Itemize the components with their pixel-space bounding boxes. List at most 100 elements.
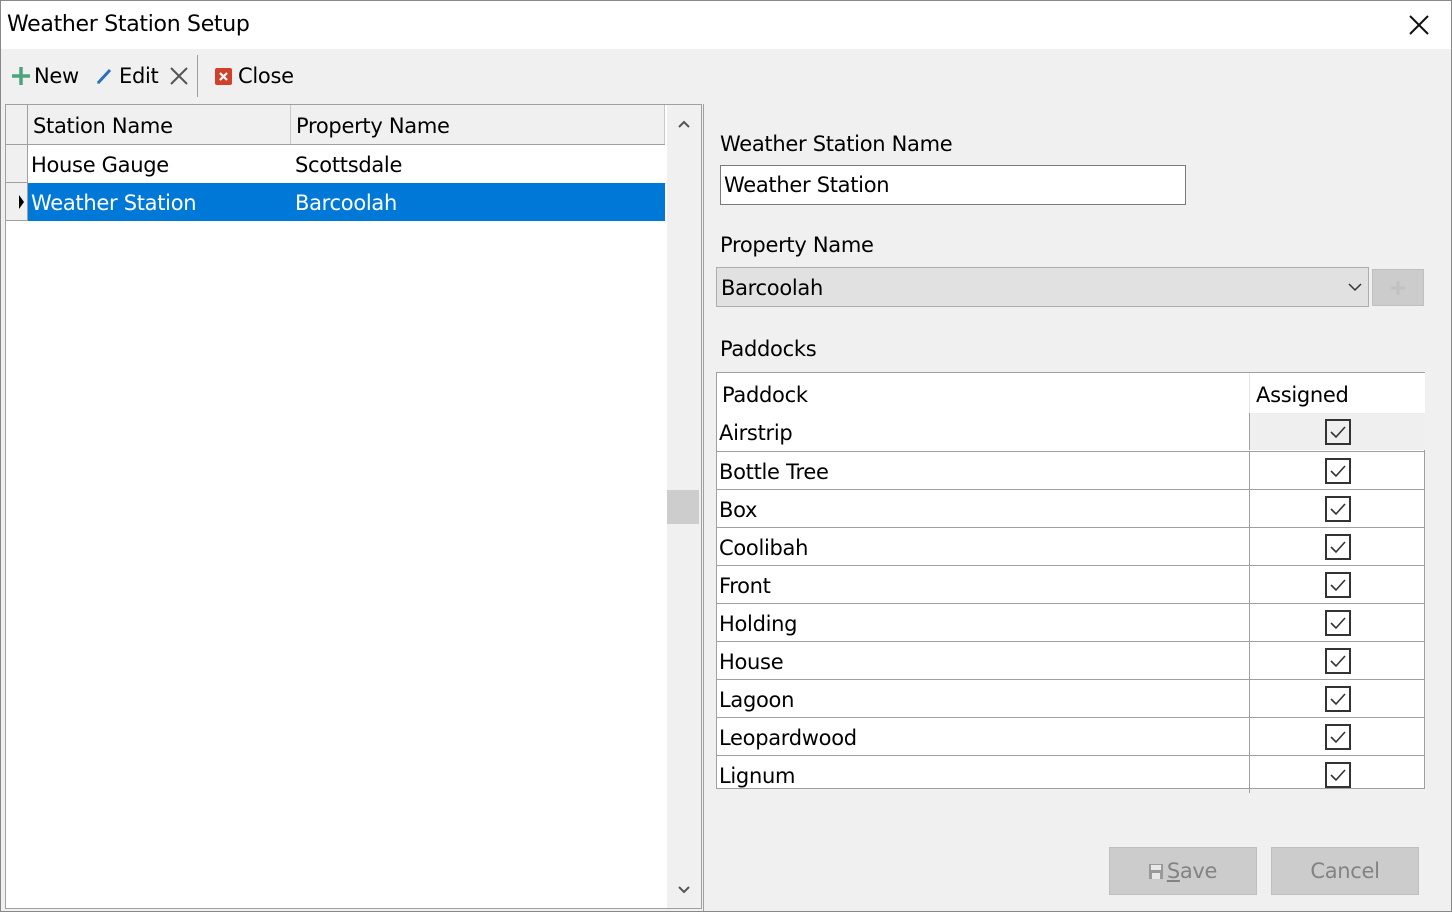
- assigned-checkbox[interactable]: [1324, 533, 1351, 560]
- close-x-icon: [1409, 15, 1429, 35]
- weather-station-setup-window: Weather Station Setup New Edit Close Sta…: [0, 0, 1452, 912]
- checkmark-icon: [1329, 540, 1346, 553]
- paddock-name-cell: Bottle Tree: [719, 460, 829, 484]
- assigned-cell[interactable]: [1249, 490, 1425, 527]
- paddock-row[interactable]: Holding: [717, 603, 1425, 641]
- paddock-name-cell: Coolibah: [719, 536, 809, 560]
- column-header-station-name[interactable]: Station Name: [28, 105, 291, 144]
- details-panel: Weather Station Name Weather Station Pro…: [703, 104, 1451, 911]
- chevron-down-icon: [1348, 283, 1362, 292]
- paddock-row[interactable]: Coolibah: [717, 527, 1425, 565]
- column-header-paddock[interactable]: Paddock: [722, 373, 1242, 413]
- assigned-checkbox[interactable]: [1324, 418, 1351, 445]
- stations-grid-header: Station Name Property Name: [6, 105, 665, 145]
- column-header-assigned[interactable]: Assigned: [1249, 373, 1425, 413]
- row-header-current[interactable]: [6, 183, 28, 221]
- chevron-down-icon: [678, 886, 690, 894]
- column-header-property-name[interactable]: Property Name: [291, 105, 665, 144]
- checkmark-icon: [1329, 425, 1346, 438]
- property-name-dropdown[interactable]: Barcoolah: [716, 267, 1369, 307]
- new-button[interactable]: New: [11, 59, 79, 93]
- paddock-row[interactable]: Leopardwood: [717, 717, 1425, 755]
- checkmark-icon: [1329, 768, 1346, 781]
- station-row[interactable]: House Gauge Scottsdale: [6, 145, 665, 183]
- assigned-checkbox[interactable]: [1324, 647, 1351, 674]
- toolbar-separator: [197, 55, 198, 97]
- property-name-value: Barcoolah: [721, 276, 824, 300]
- property-name-cell: Barcoolah: [291, 183, 665, 221]
- chevron-up-icon: [678, 120, 690, 128]
- save-label: Save: [1166, 859, 1218, 883]
- assigned-checkbox[interactable]: [1324, 495, 1351, 522]
- stations-grid-scrollbar[interactable]: [667, 105, 701, 908]
- assigned-cell[interactable]: [1249, 680, 1425, 717]
- assigned-cell[interactable]: [1249, 452, 1425, 489]
- property-name-cell: Scottsdale: [295, 153, 403, 177]
- close-label: Close: [238, 64, 294, 88]
- close-button[interactable]: Close: [215, 59, 294, 93]
- delete-button[interactable]: [169, 59, 189, 93]
- assigned-checkbox[interactable]: [1324, 609, 1351, 636]
- paddock-row[interactable]: House: [717, 641, 1425, 679]
- station-name-label: Weather Station Name: [720, 132, 953, 156]
- assigned-checkbox[interactable]: [1324, 761, 1351, 788]
- window-title: Weather Station Setup: [7, 12, 250, 37]
- checkmark-icon: [1329, 654, 1346, 667]
- assigned-checkbox[interactable]: [1324, 457, 1351, 484]
- assigned-cell[interactable]: [1249, 413, 1425, 450]
- paddocks-grid[interactable]: Paddock Assigned Airstrip Bottle Tree Box C…: [716, 372, 1425, 793]
- red-close-icon: [215, 67, 232, 85]
- assigned-cell[interactable]: [1249, 604, 1425, 641]
- paddock-row[interactable]: Lagoon: [717, 679, 1425, 717]
- toolbar: New Edit Close: [1, 49, 1451, 103]
- cancel-button[interactable]: Cancel: [1271, 847, 1419, 895]
- scroll-thumb[interactable]: [667, 490, 699, 524]
- pencil-icon: [96, 68, 112, 85]
- paddock-name-cell: House: [719, 650, 784, 674]
- assigned-checkbox[interactable]: [1324, 685, 1351, 712]
- paddock-row[interactable]: Box: [717, 489, 1425, 527]
- x-icon: [170, 67, 188, 85]
- paddock-row[interactable]: Lignum: [717, 755, 1425, 793]
- paddocks-label: Paddocks: [720, 337, 817, 361]
- assigned-cell[interactable]: [1249, 642, 1425, 679]
- row-header[interactable]: [6, 145, 28, 183]
- property-name-label: Property Name: [720, 233, 874, 257]
- station-row-selected[interactable]: Weather Station Barcoolah: [6, 183, 665, 221]
- window-close-button[interactable]: [1397, 5, 1441, 45]
- station-name-input[interactable]: Weather Station: [720, 165, 1186, 205]
- header-corner: [6, 105, 28, 144]
- assigned-cell[interactable]: [1249, 756, 1425, 793]
- assigned-cell[interactable]: [1249, 566, 1425, 603]
- paddock-row[interactable]: Bottle Tree: [717, 451, 1425, 489]
- checkmark-icon: [1329, 464, 1346, 477]
- assigned-checkbox[interactable]: [1324, 723, 1351, 750]
- scroll-up-button[interactable]: [667, 107, 701, 141]
- station-name-cell: Weather Station: [28, 183, 291, 221]
- paddock-row[interactable]: Front: [717, 565, 1425, 603]
- save-button[interactable]: Save: [1109, 847, 1257, 895]
- save-disk-icon: [1148, 863, 1163, 879]
- checkmark-icon: [1329, 692, 1346, 705]
- assigned-cell[interactable]: [1249, 718, 1425, 755]
- save-mnemonic: S: [1166, 859, 1180, 883]
- edit-button[interactable]: Edit: [95, 59, 159, 93]
- current-row-arrow-icon: [19, 195, 24, 209]
- station-name-cell: House Gauge: [31, 153, 169, 177]
- scroll-down-button[interactable]: [667, 873, 701, 907]
- paddock-name-cell: Lagoon: [719, 688, 795, 712]
- paddock-name-cell: Airstrip: [719, 421, 793, 445]
- paddock-row[interactable]: Airstrip: [717, 413, 1425, 451]
- assigned-checkbox[interactable]: [1324, 571, 1351, 598]
- checkmark-icon: [1329, 502, 1346, 515]
- title-bar: Weather Station Setup: [1, 1, 1451, 49]
- paddock-name-cell: Lignum: [719, 764, 796, 788]
- assigned-cell[interactable]: [1249, 528, 1425, 565]
- new-label: New: [34, 64, 79, 88]
- save-label-rest: ave: [1179, 859, 1218, 883]
- checkmark-icon: [1329, 616, 1346, 629]
- paddock-name-cell: Leopardwood: [719, 726, 857, 750]
- edit-label: Edit: [119, 64, 159, 88]
- stations-grid[interactable]: Station Name Property Name House Gauge S…: [5, 104, 702, 909]
- add-property-button[interactable]: [1372, 269, 1424, 306]
